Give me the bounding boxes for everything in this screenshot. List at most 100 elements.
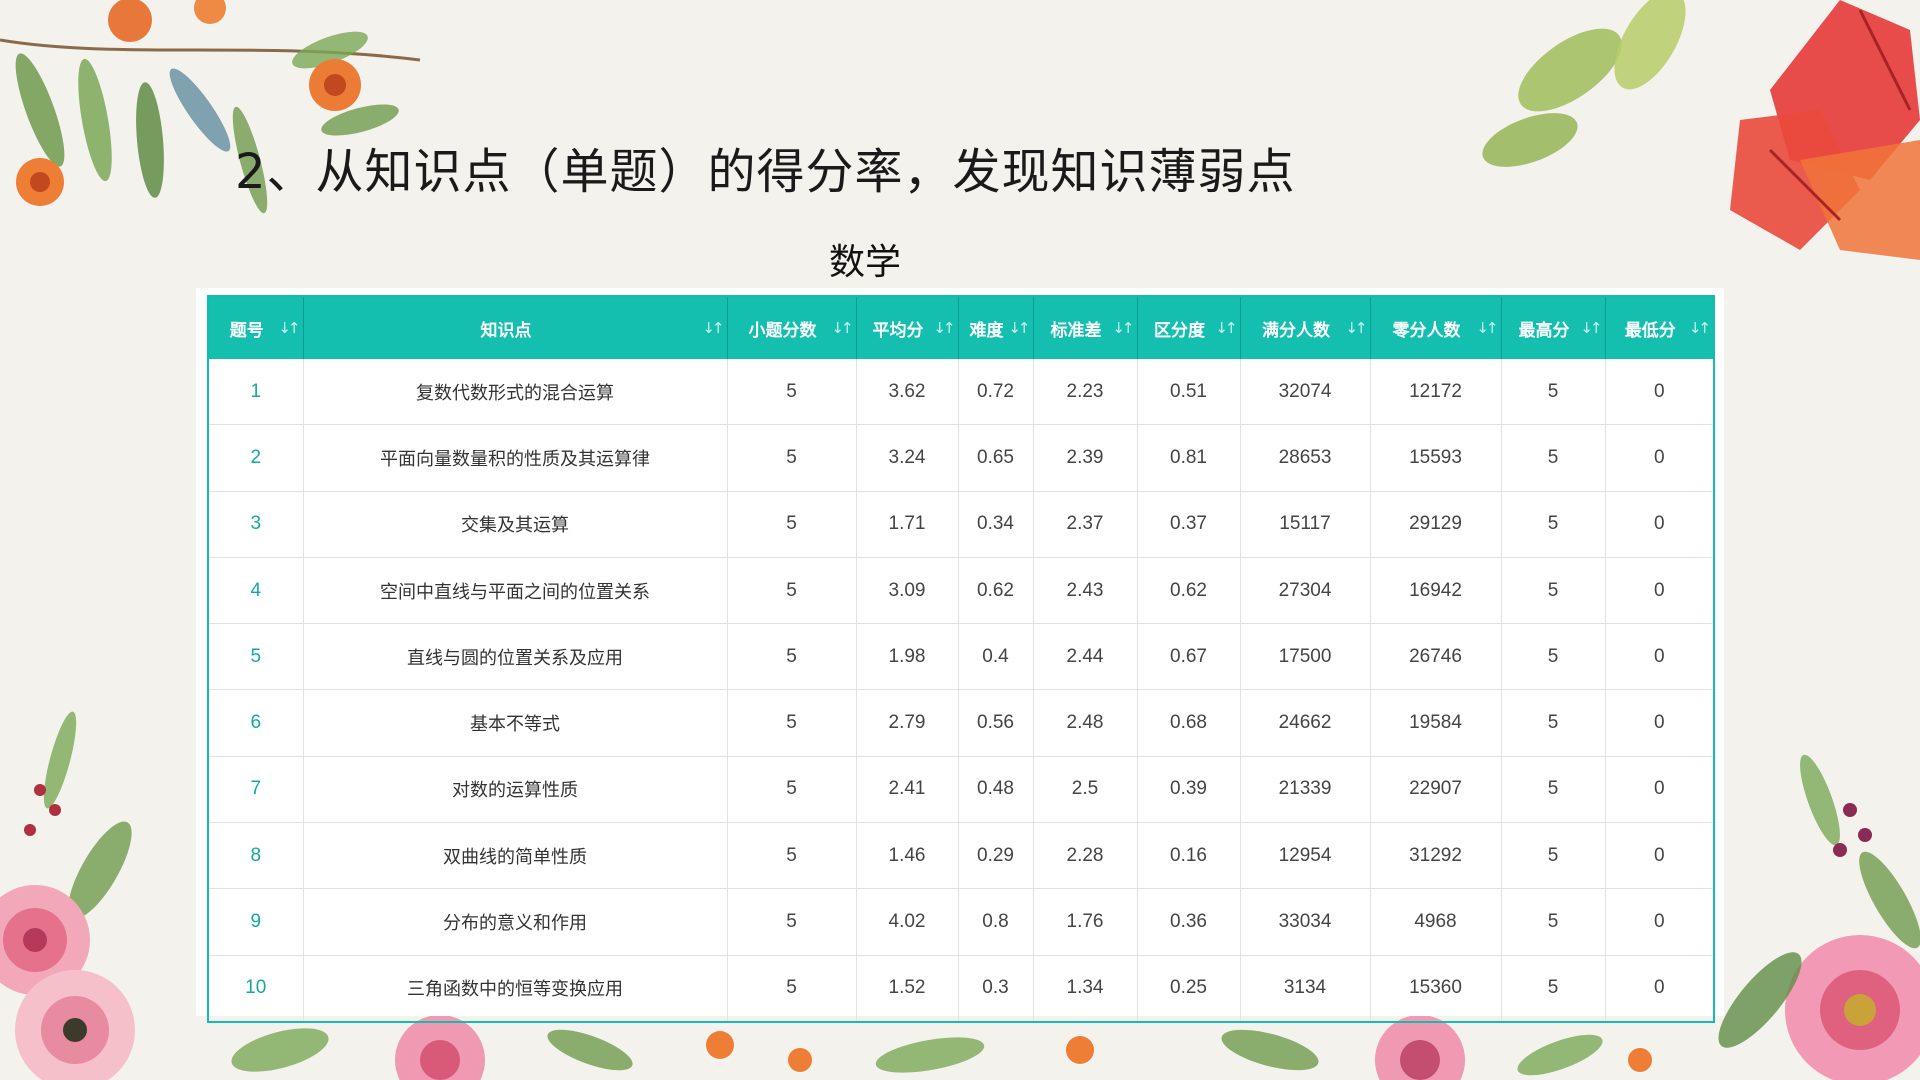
sort-arrows-icon[interactable]: ↓↑ xyxy=(1112,319,1134,337)
column-header[interactable]: 最高分 ↓↑ xyxy=(1501,296,1606,359)
column-header[interactable]: 平均分 ↓↑ xyxy=(856,296,959,359)
table-row: 8 双曲线的简单性质 5 1.46 0.29 2.28 0.16 12954 31292 5 0 xyxy=(208,822,1715,890)
table-row: 4 空间中直线与平面之间的位置关系 5 3.09 0.62 2.43 0.62 27304 16… xyxy=(208,557,1715,625)
table-cell: 5 xyxy=(1501,557,1606,625)
table-cell: 0.68 xyxy=(1137,689,1241,757)
table-cell: 0 xyxy=(1605,822,1715,890)
table-cell: 2.79 xyxy=(856,689,959,757)
table-cell: 2.23 xyxy=(1033,359,1138,426)
knowledge-point-cell: 直线与圆的位置关系及应用 xyxy=(303,623,728,691)
column-header-label: 满分人数 xyxy=(1262,320,1330,341)
question-number-cell: 9 xyxy=(208,888,304,956)
column-header[interactable]: 标准差 ↓↑ xyxy=(1033,296,1138,359)
sort-arrows-icon[interactable]: ↓↑ xyxy=(278,319,300,337)
column-header[interactable]: 区分度 ↓↑ xyxy=(1137,296,1241,359)
sort-arrows-icon[interactable]: ↓↑ xyxy=(1008,319,1030,337)
table-cell: 5 xyxy=(727,491,857,558)
table-cell: 0.34 xyxy=(958,491,1034,558)
table-cell: 5 xyxy=(727,623,857,691)
subject-title: 数学 xyxy=(828,242,901,283)
table-cell: 0 xyxy=(1605,359,1715,426)
table-cell: 1.34 xyxy=(1033,955,1138,1023)
table-cell: 2.48 xyxy=(1033,689,1138,757)
table-cell: 12954 xyxy=(1240,822,1371,890)
table-cell: 5 xyxy=(1501,424,1606,492)
sort-arrows-icon[interactable]: ↓↑ xyxy=(1345,319,1367,337)
sort-arrows-icon[interactable]: ↓↑ xyxy=(933,319,955,337)
knowledge-point-cell: 双曲线的简单性质 xyxy=(303,822,728,890)
table-row: 9 分布的意义和作用 5 4.02 0.8 1.76 0.36 33034 4968 5 0 xyxy=(208,888,1715,956)
floral-decoration-top-right xyxy=(1440,0,1920,270)
column-header[interactable]: 题号 ↓↑ xyxy=(208,296,304,359)
table-cell: 2.44 xyxy=(1033,623,1138,691)
question-number-cell: 4 xyxy=(208,557,304,625)
column-header-label: 题号 xyxy=(229,320,264,341)
column-header-label: 小题分数 xyxy=(748,320,817,341)
sort-arrows-icon[interactable]: ↓↑ xyxy=(702,319,724,337)
knowledge-point-cell: 复数代数形式的混合运算 xyxy=(303,359,728,426)
question-number-cell: 10 xyxy=(208,955,304,1023)
table-cell: 0.62 xyxy=(1137,557,1241,625)
sort-arrows-icon[interactable]: ↓↑ xyxy=(831,319,853,337)
table-cell: 33034 xyxy=(1240,888,1371,956)
table-cell: 0.51 xyxy=(1137,359,1241,426)
column-header-label: 知识点 xyxy=(480,320,532,341)
table-cell: 3.62 xyxy=(856,359,959,426)
table-cell: 0.48 xyxy=(958,756,1034,824)
table-cell: 5 xyxy=(727,689,857,757)
table-row: 7 对数的运算性质 5 2.41 0.48 2.5 0.39 21339 22907 5 0 xyxy=(208,756,1715,824)
table-cell: 0.39 xyxy=(1137,756,1241,824)
knowledge-point-cell: 空间中直线与平面之间的位置关系 xyxy=(303,557,728,625)
table-cell: 5 xyxy=(1501,359,1606,426)
table-cell: 28653 xyxy=(1240,424,1371,492)
table-cell: 2.41 xyxy=(856,756,959,824)
table-row: 10 三角函数中的恒等变换应用 5 1.52 0.3 1.34 0.25 3134 15360 5… xyxy=(208,955,1715,1023)
table-cell: 2.5 xyxy=(1033,756,1138,824)
table-cell: 5 xyxy=(727,888,857,956)
table-cell: 5 xyxy=(1501,623,1606,691)
question-number-cell: 3 xyxy=(208,491,304,558)
table-cell: 5 xyxy=(727,955,857,1023)
table-row: 5 直线与圆的位置关系及应用 5 1.98 0.4 2.44 0.67 17500 26746 5… xyxy=(208,623,1715,691)
knowledge-point-table: 题号 ↓↑ 知识点 ↓↑ 小题分数 ↓↑ 平均分 ↓↑ 难度 ↓↑ 标准差 ↓↑ 区分度 ↓↑ 满分人数 ↓↑… xyxy=(207,295,1715,1023)
table-cell: 5 xyxy=(1501,822,1606,890)
sort-arrows-icon[interactable]: ↓↑ xyxy=(1580,319,1602,337)
table-cell: 31292 xyxy=(1370,822,1502,890)
column-header[interactable]: 零分人数 ↓↑ xyxy=(1370,296,1502,359)
table-cell: 3134 xyxy=(1240,955,1371,1023)
table-cell: 3.09 xyxy=(856,557,959,625)
knowledge-point-cell: 交集及其运算 xyxy=(303,491,728,558)
column-header[interactable]: 满分人数 ↓↑ xyxy=(1240,296,1371,359)
table-cell: 0.72 xyxy=(958,359,1034,426)
table-cell: 15593 xyxy=(1370,424,1502,492)
column-header[interactable]: 小题分数 ↓↑ xyxy=(727,296,857,359)
sort-arrows-icon[interactable]: ↓↑ xyxy=(1215,319,1237,337)
table-cell: 1.76 xyxy=(1033,888,1138,956)
table-row: 1 复数代数形式的混合运算 5 3.62 0.72 2.23 0.51 32074 12172 5… xyxy=(208,359,1715,426)
table-cell: 22907 xyxy=(1370,756,1502,824)
table-cell: 2.43 xyxy=(1033,557,1138,625)
column-header-label: 平均分 xyxy=(872,320,924,341)
column-header[interactable]: 难度 ↓↑ xyxy=(958,296,1034,359)
table-cell: 0 xyxy=(1605,756,1715,824)
table-cell: 26746 xyxy=(1370,623,1502,691)
table-cell: 1.52 xyxy=(856,955,959,1023)
table-cell: 0.16 xyxy=(1137,822,1241,890)
table-row: 2 平面向量数量积的性质及其运算律 5 3.24 0.65 2.39 0.81 28653 15… xyxy=(208,424,1715,492)
sort-arrows-icon[interactable]: ↓↑ xyxy=(1689,319,1711,337)
column-header[interactable]: 最低分 ↓↑ xyxy=(1605,296,1715,359)
column-header-label: 难度 xyxy=(969,320,1004,341)
table-cell: 0 xyxy=(1605,557,1715,625)
column-header-label: 区分度 xyxy=(1154,320,1205,341)
question-number-cell: 5 xyxy=(208,623,304,691)
table-cell: 5 xyxy=(727,424,857,492)
table-cell: 2.28 xyxy=(1033,822,1138,890)
column-header-label: 零分人数 xyxy=(1392,320,1461,341)
table-cell: 29129 xyxy=(1370,491,1502,558)
table-row: 3 交集及其运算 5 1.71 0.34 2.37 0.37 15117 29129 5 0 xyxy=(208,491,1715,558)
column-header[interactable]: 知识点 ↓↑ xyxy=(303,296,728,359)
table-cell: 0.8 xyxy=(958,888,1034,956)
sort-arrows-icon[interactable]: ↓↑ xyxy=(1476,319,1498,337)
table-cell: 27304 xyxy=(1240,557,1371,625)
table-cell: 24662 xyxy=(1240,689,1371,757)
